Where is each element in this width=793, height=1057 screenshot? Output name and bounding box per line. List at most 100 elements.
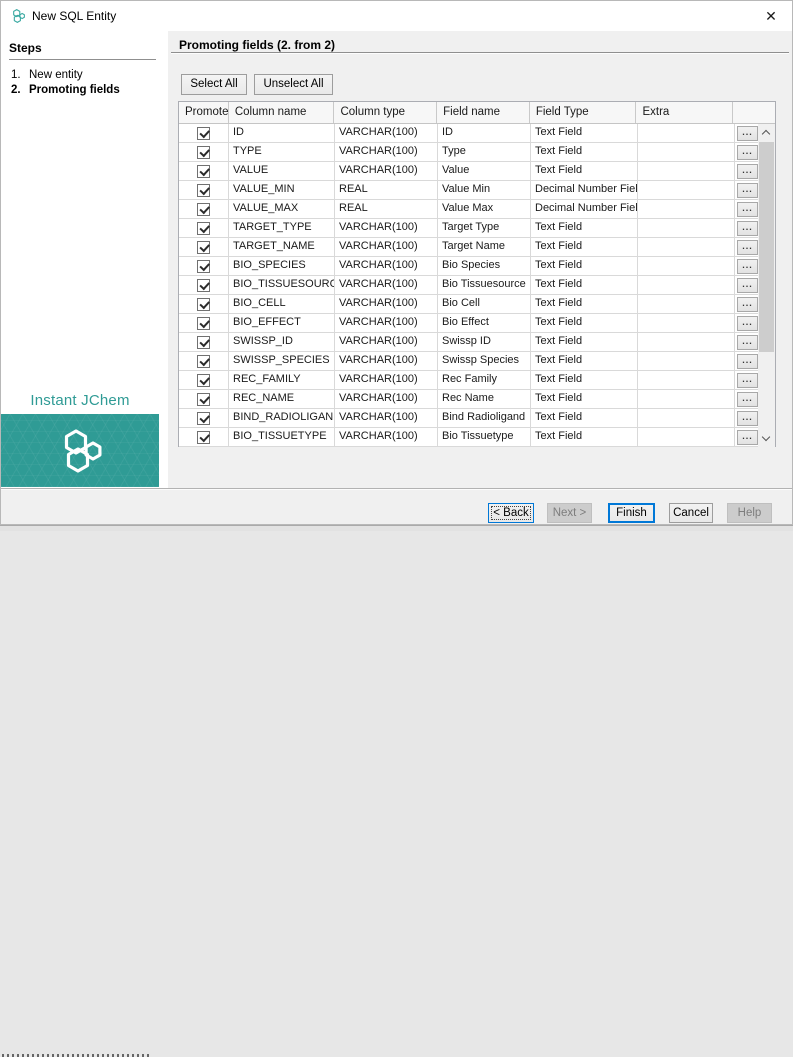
ellipsis-button[interactable]: ...	[737, 411, 758, 426]
promote-checkbox[interactable]	[197, 260, 210, 273]
step-item-1: 1.New entity	[11, 68, 161, 83]
actions-cell: ...	[735, 333, 760, 351]
promote-cell	[179, 124, 229, 142]
page-title: Promoting fields (2. from 2)	[179, 38, 335, 52]
promote-checkbox[interactable]	[197, 127, 210, 140]
cancel-button[interactable]: Cancel	[669, 503, 713, 523]
promote-checkbox[interactable]	[197, 393, 210, 406]
back-button[interactable]: < Back	[488, 503, 534, 523]
column-header-field-name[interactable]: Field name	[437, 102, 530, 123]
actions-cell: ...	[735, 352, 760, 370]
actions-cell: ...	[735, 219, 760, 237]
column-name-cell: TYPE	[229, 143, 335, 161]
extra-cell[interactable]	[638, 390, 735, 408]
promote-checkbox[interactable]	[197, 184, 210, 197]
ellipsis-button[interactable]: ...	[737, 259, 758, 274]
extra-cell[interactable]	[638, 257, 735, 275]
ellipsis-button[interactable]: ...	[737, 145, 758, 160]
ellipsis-button[interactable]: ...	[737, 335, 758, 350]
extra-cell[interactable]	[638, 295, 735, 313]
promote-checkbox[interactable]	[197, 279, 210, 292]
actions-cell: ...	[735, 257, 760, 275]
steps-list: 1.New entity2.Promoting fields	[11, 68, 161, 98]
column-name-cell: BIO_EFFECT	[229, 314, 335, 332]
ellipsis-button[interactable]: ...	[737, 221, 758, 236]
column-header-column-type[interactable]: Column type	[334, 102, 437, 123]
column-header-field-type[interactable]: Field Type	[530, 102, 637, 123]
scroll-up-icon[interactable]	[758, 124, 775, 141]
column-type-cell: VARCHAR(100)	[335, 295, 438, 313]
close-icon[interactable]: ✕	[758, 5, 784, 27]
table-row: IDVARCHAR(100)IDText Field...	[179, 124, 760, 143]
extra-cell[interactable]	[638, 162, 735, 180]
step-item-2: 2.Promoting fields	[11, 83, 161, 98]
promote-checkbox[interactable]	[197, 165, 210, 178]
column-name-cell: BIO_TISSUETYPE	[229, 428, 335, 446]
field-type-cell: Text Field	[531, 124, 638, 142]
promote-checkbox[interactable]	[197, 203, 210, 216]
field-name-cell: Bind Radioligand	[438, 409, 531, 427]
extra-cell[interactable]	[638, 143, 735, 161]
actions-cell: ...	[735, 295, 760, 313]
column-header-actions[interactable]	[733, 102, 775, 123]
ellipsis-button[interactable]: ...	[737, 373, 758, 388]
extra-cell[interactable]	[638, 428, 735, 446]
column-name-cell: REC_NAME	[229, 390, 335, 408]
select-all-button[interactable]: Select All	[181, 74, 247, 95]
promote-cell	[179, 257, 229, 275]
ellipsis-button[interactable]: ...	[737, 392, 758, 407]
extra-cell[interactable]	[638, 409, 735, 427]
extra-cell[interactable]	[638, 333, 735, 351]
scroll-down-icon[interactable]	[758, 430, 775, 447]
extra-cell[interactable]	[638, 124, 735, 142]
extra-cell[interactable]	[638, 276, 735, 294]
promote-checkbox[interactable]	[197, 355, 210, 368]
ellipsis-button[interactable]: ...	[737, 164, 758, 179]
column-name-cell: VALUE_MIN	[229, 181, 335, 199]
promote-checkbox[interactable]	[197, 241, 210, 254]
extra-cell[interactable]	[638, 238, 735, 256]
ellipsis-button[interactable]: ...	[737, 297, 758, 312]
promote-checkbox[interactable]	[197, 412, 210, 425]
promote-checkbox[interactable]	[197, 374, 210, 387]
column-type-cell: VARCHAR(100)	[335, 409, 438, 427]
column-name-cell: VALUE_MAX	[229, 200, 335, 218]
ellipsis-button[interactable]: ...	[737, 240, 758, 255]
scrollbar-thumb[interactable]	[759, 142, 774, 352]
promote-checkbox[interactable]	[197, 431, 210, 444]
extra-cell[interactable]	[638, 219, 735, 237]
promote-checkbox[interactable]	[197, 222, 210, 235]
column-type-cell: VARCHAR(100)	[335, 371, 438, 389]
ellipsis-button[interactable]: ...	[737, 354, 758, 369]
vertical-scrollbar[interactable]	[758, 124, 775, 447]
promote-checkbox[interactable]	[197, 336, 210, 349]
column-name-cell: TARGET_NAME	[229, 238, 335, 256]
ellipsis-button[interactable]: ...	[737, 126, 758, 141]
column-type-cell: VARCHAR(100)	[335, 276, 438, 294]
extra-cell[interactable]	[638, 200, 735, 218]
table-row: REC_NAMEVARCHAR(100)Rec NameText Field..…	[179, 390, 760, 409]
promote-checkbox[interactable]	[197, 317, 210, 330]
ellipsis-button[interactable]: ...	[737, 278, 758, 293]
table-row: TARGET_TYPEVARCHAR(100)Target TypeText F…	[179, 219, 760, 238]
extra-cell[interactable]	[638, 352, 735, 370]
extra-cell[interactable]	[638, 314, 735, 332]
column-type-cell: VARCHAR(100)	[335, 238, 438, 256]
unselect-all-button[interactable]: Unselect All	[254, 74, 333, 95]
column-header-promote[interactable]: Promote	[179, 102, 229, 123]
column-type-cell: VARCHAR(100)	[335, 390, 438, 408]
column-header-extra[interactable]: Extra	[636, 102, 733, 123]
promote-checkbox[interactable]	[197, 146, 210, 159]
ellipsis-button[interactable]: ...	[737, 316, 758, 331]
ellipsis-button[interactable]: ...	[737, 430, 758, 445]
field-type-cell: Text Field	[531, 428, 638, 446]
actions-cell: ...	[735, 238, 760, 256]
column-header-column-name[interactable]: Column name	[229, 102, 335, 123]
extra-cell[interactable]	[638, 371, 735, 389]
ellipsis-button[interactable]: ...	[737, 202, 758, 217]
ellipsis-button[interactable]: ...	[737, 183, 758, 198]
finish-button[interactable]: Finish	[608, 503, 655, 523]
extra-cell[interactable]	[638, 181, 735, 199]
table-row: BIND_RADIOLIGANDVARCHAR(100)Bind Radioli…	[179, 409, 760, 428]
promote-checkbox[interactable]	[197, 298, 210, 311]
